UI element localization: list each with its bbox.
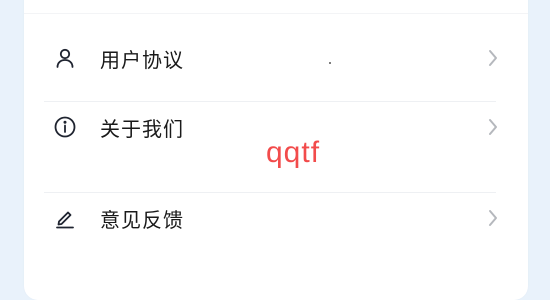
menu-item-label: 用户协议 — [100, 47, 184, 72]
menu-item-label: 意见反馈 — [100, 207, 184, 232]
chevron-right-icon — [486, 48, 500, 68]
chevron-right-icon — [486, 208, 500, 228]
menu-item-label: 关于我们 — [100, 116, 184, 141]
user-icon — [53, 46, 77, 70]
menu-item-feedback[interactable]: 意见反馈 — [24, 173, 528, 263]
edit-pen-icon — [53, 206, 77, 230]
chevron-right-icon — [486, 117, 500, 137]
watermark-text: qqtf — [266, 136, 321, 169]
info-circle-icon — [53, 115, 77, 139]
stray-dot — [329, 62, 331, 64]
